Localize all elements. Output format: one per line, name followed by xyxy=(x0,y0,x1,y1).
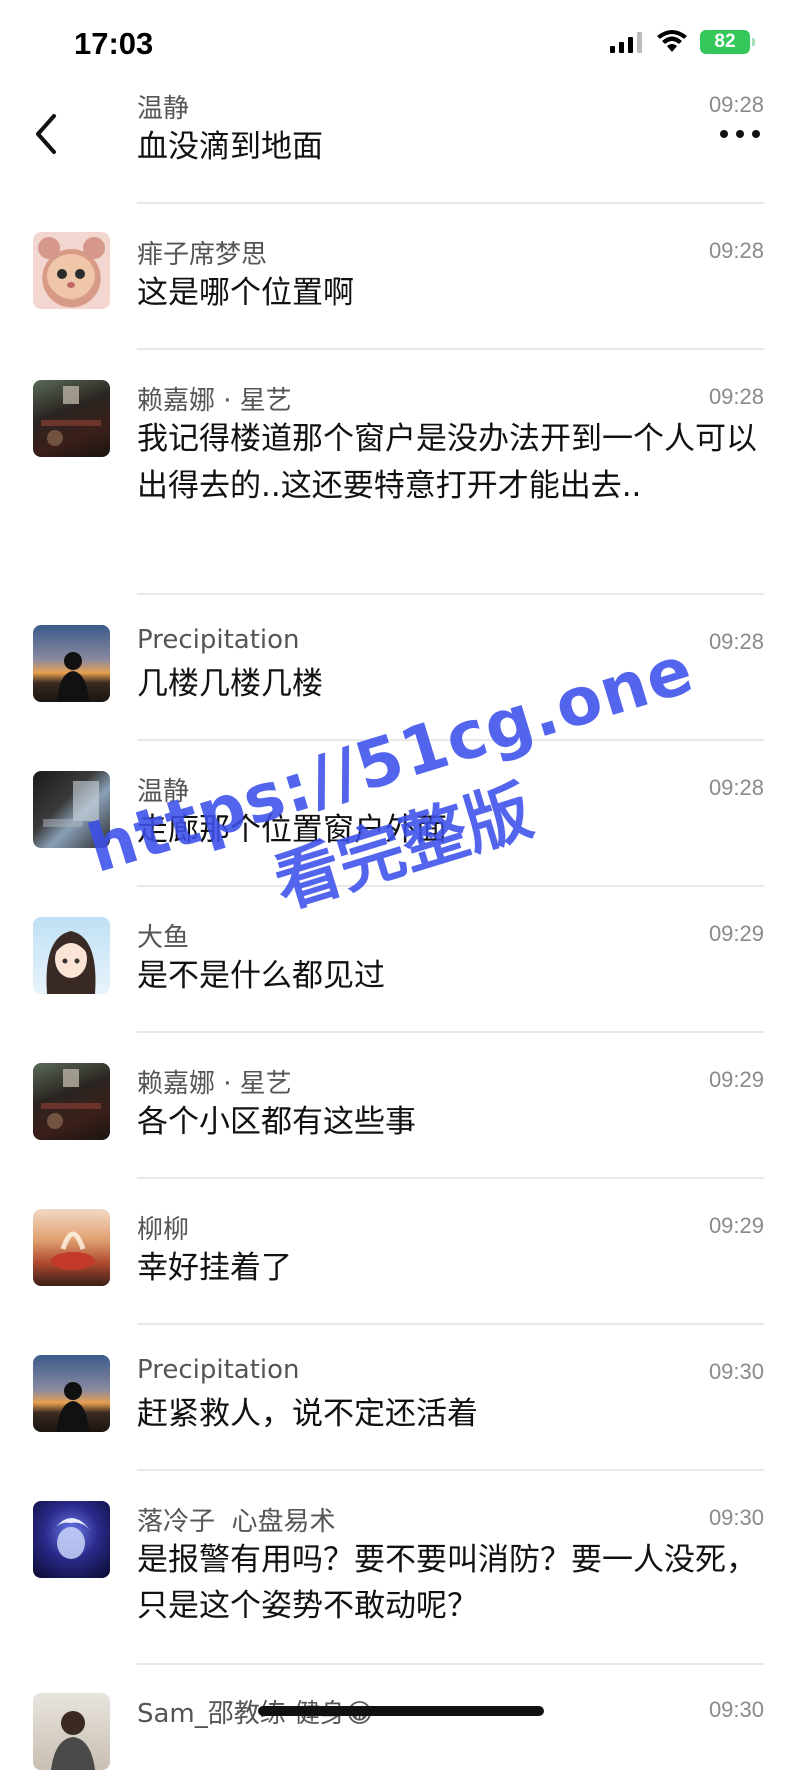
header-timestamp: 09:28 xyxy=(708,92,764,117)
header-author-name[interactable]: 温静 xyxy=(137,88,189,125)
comment-feed: 温静 09:28 血没滴到地面 痱子席梦思 09:28 这是哪个位置啊 赖嘉娜 … xyxy=(0,80,800,1770)
comment-message: 幸好挂着了 xyxy=(137,1250,292,1286)
comment-timestamp: 09:29 xyxy=(708,921,764,946)
status-time: 17:03 xyxy=(74,26,154,61)
comment-author-name[interactable]: 痱子席梦思 xyxy=(137,234,267,271)
dark-room-avatar[interactable] xyxy=(33,380,110,457)
comment-timestamp: 09:30 xyxy=(708,1505,764,1530)
comment-timestamp: 09:29 xyxy=(708,1213,764,1238)
comment-timestamp: 09:28 xyxy=(708,384,764,409)
character-icon xyxy=(53,1518,91,1559)
food-photo-icon xyxy=(51,1231,95,1270)
home-indicator[interactable] xyxy=(258,1706,544,1716)
cat-avatar[interactable] xyxy=(33,232,110,309)
comment-row[interactable]: 落冷子 心盘易术 09:30 是报警有用吗？要不要叫消防？要一人没死，只是这个姿… xyxy=(0,1471,800,1665)
cat-face-icon xyxy=(38,237,105,298)
comment-message: 赶紧救人，说不定还活着 xyxy=(137,1396,478,1432)
comment-timestamp: 09:30 xyxy=(708,1359,764,1384)
comment-author-name[interactable]: Precipitation xyxy=(137,1355,300,1385)
comment-timestamp: 09:30 xyxy=(708,1697,764,1722)
comment-author-name[interactable]: 大鱼 xyxy=(137,917,189,954)
anime-girl-icon xyxy=(46,931,96,994)
comment-timestamp: 09:28 xyxy=(708,775,764,800)
comment-message: 走廊那个位置窗户外面 xyxy=(137,812,447,848)
comment-author-name[interactable]: 柳柳 xyxy=(137,1209,189,1246)
comment-author-name[interactable]: 赖嘉娜 · 星艺 xyxy=(137,1063,292,1100)
comment-timestamp: 09:29 xyxy=(708,1067,764,1092)
comment-row[interactable]: 赖嘉娜 · 星艺 09:29 各个小区都有这些事 xyxy=(0,1033,800,1179)
comment-row[interactable]: 柳柳 09:29 幸好挂着了 xyxy=(0,1179,800,1325)
comment-message: 是报警有用吗？要不要叫消防？要一人没死，只是这个姿势不敢动呢？ xyxy=(137,1542,757,1624)
comment-row[interactable]: Precipitation 09:28 几楼几楼几楼 xyxy=(0,595,800,741)
battery-indicator: 82 xyxy=(700,30,755,54)
dark-room-avatar[interactable] xyxy=(33,1063,110,1140)
comment-row[interactable]: Precipitation 09:30 赶紧救人，说不定还活着 xyxy=(0,1325,800,1471)
comment-author-name[interactable]: 赖嘉娜 · 星艺 xyxy=(137,380,292,417)
room-photo-icon xyxy=(41,386,101,446)
battery-level: 82 xyxy=(714,31,736,52)
blue-character-avatar[interactable] xyxy=(33,1501,110,1578)
comment-author-name[interactable]: Precipitation xyxy=(137,625,300,655)
anime-girl-avatar[interactable] xyxy=(33,917,110,994)
comment-timestamp: 09:28 xyxy=(708,238,764,263)
comment-message: 这是哪个位置啊 xyxy=(137,275,354,311)
comment-row[interactable]: 温静 09:28 走廊那个位置窗户外面 xyxy=(0,741,800,887)
man-portrait-icon xyxy=(51,1711,95,1770)
comment-message: 是不是什么都见过 xyxy=(137,958,385,994)
dark-photo-avatar[interactable] xyxy=(33,771,110,848)
warm-food-avatar[interactable] xyxy=(33,1209,110,1286)
man-portrait-avatar[interactable] xyxy=(33,1693,110,1770)
sunset-silhouette-avatar[interactable] xyxy=(33,1355,110,1432)
cellular-signal-icon xyxy=(610,32,642,53)
header-comment: 温静 09:28 血没滴到地面 xyxy=(0,80,800,204)
room-photo-icon xyxy=(41,1069,101,1129)
comment-row[interactable]: 痱子席梦思 09:28 这是哪个位置啊 xyxy=(0,204,800,350)
silhouette-icon xyxy=(57,1382,89,1432)
comment-row[interactable]: 大鱼 09:29 是不是什么都见过 xyxy=(0,887,800,1033)
comment-row[interactable]: 赖嘉娜 · 星艺 09:28 我记得楼道那个窗户是没办法开到一个人可以出得去的.… xyxy=(0,350,800,595)
comment-timestamp: 09:28 xyxy=(708,629,764,654)
comment-message: 各个小区都有这些事 xyxy=(137,1104,416,1140)
silhouette-icon xyxy=(57,652,89,702)
comment-message: 几楼几楼几楼 xyxy=(137,666,323,702)
comment-author-name[interactable]: 温静 xyxy=(137,771,189,808)
status-icons: 82 xyxy=(610,30,755,54)
header-message: 血没滴到地面 xyxy=(137,129,323,165)
sunset-silhouette-avatar[interactable] xyxy=(33,625,110,702)
status-bar: 17:03 82 xyxy=(0,0,800,86)
comment-message: 我记得楼道那个窗户是没办法开到一个人可以出得去的..这还要特意打开才能出去.. xyxy=(137,421,757,504)
wifi-icon xyxy=(657,30,687,52)
photo-icon xyxy=(43,781,99,827)
comment-author-name[interactable]: 落冷子 心盘易术 xyxy=(137,1501,336,1538)
